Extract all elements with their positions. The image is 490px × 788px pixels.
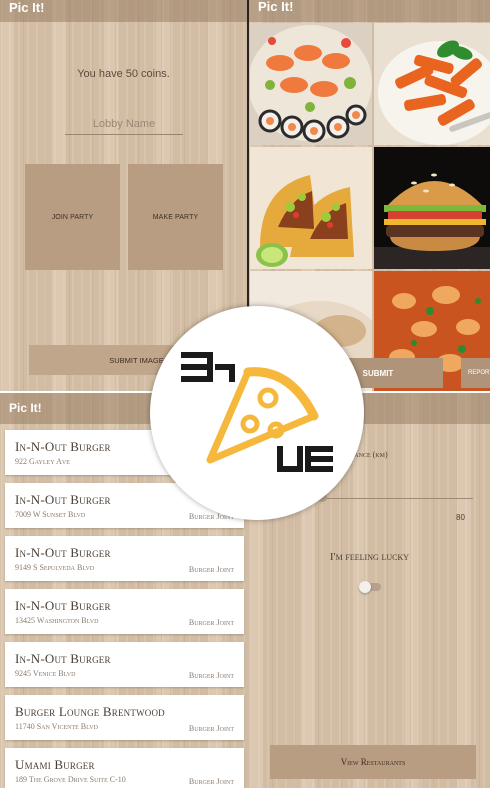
join-party-button[interactable]: Join Party [25, 164, 120, 270]
restaurant-address: 189 The Grove Drive Suite C-10 [15, 775, 126, 784]
restaurant-name: Umami Burger [15, 757, 95, 772]
app-logo [150, 306, 364, 520]
restaurant-card[interactable]: Umami Burger 189 The Grove Drive Suite C… [5, 748, 244, 788]
app-title: Pic It! [9, 401, 42, 415]
restaurant-card[interactable]: In-N-Out Burger 9149 S Sepulveda Blvd Bu… [5, 536, 244, 581]
restaurant-address: 7009 W Sunset Blvd [15, 510, 86, 519]
distance-slider-value: 80 [456, 513, 465, 522]
make-party-button[interactable]: Make Party [128, 164, 223, 270]
restaurant-name: In-N-Out Burger [15, 598, 111, 613]
restaurant-name: In-N-Out Burger [15, 545, 111, 560]
restaurant-address: 9245 Venice Blvd [15, 669, 76, 678]
tacos-image[interactable] [250, 147, 372, 269]
restaurant-type: Burger Joint [188, 618, 234, 627]
toggle-knob [359, 581, 371, 593]
feeling-lucky-label: I'm feeling lucky [329, 551, 410, 563]
burger-image[interactable] [374, 147, 490, 269]
coins-text: You have 50 coins. [77, 68, 170, 80]
app-bar: Pic It! [249, 0, 490, 22]
restaurant-card[interactable]: In-N-Out Burger 13425 Washington Blvd Bu… [5, 589, 244, 634]
restaurant-name: In-N-Out Burger [15, 651, 111, 666]
sushi-platter-image[interactable] [250, 23, 372, 145]
view-restaurants-button[interactable]: View Restaurants [270, 745, 476, 779]
restaurant-card[interactable]: Burger Lounge Brentwood 11740 San Vicent… [5, 695, 244, 740]
restaurant-address: 11740 San Vicente Blvd [15, 722, 98, 731]
pasta-image[interactable] [374, 23, 490, 145]
restaurant-type: Burger Joint [188, 565, 234, 574]
restaurant-address: 9149 S Sepulveda Blvd [15, 563, 95, 572]
restaurant-type: Burger Joint [188, 671, 234, 680]
restaurant-name: In-N-Out Burger [15, 439, 111, 454]
restaurant-name: In-N-Out Burger [15, 492, 111, 507]
app-title: Pic It! [9, 0, 45, 15]
restaurant-name: Burger Lounge Brentwood [15, 704, 165, 719]
restaurant-address: 13425 Washington Blvd [15, 616, 99, 625]
restaurant-type: Burger Joint [188, 777, 234, 786]
report-button[interactable]: Report [461, 358, 490, 388]
lobby-name-input[interactable] [65, 114, 183, 135]
pizza-slice-icon [181, 352, 333, 472]
restaurant-type: Burger Joint [188, 724, 234, 733]
restaurant-card[interactable]: In-N-Out Burger 9245 Venice Blvd Burger … [5, 642, 244, 687]
app-bar: Pic It! [0, 0, 247, 22]
feeling-lucky-toggle[interactable] [359, 581, 381, 593]
app-title: Pic It! [258, 0, 294, 14]
restaurant-address: 922 Gayley Ave [15, 457, 70, 466]
